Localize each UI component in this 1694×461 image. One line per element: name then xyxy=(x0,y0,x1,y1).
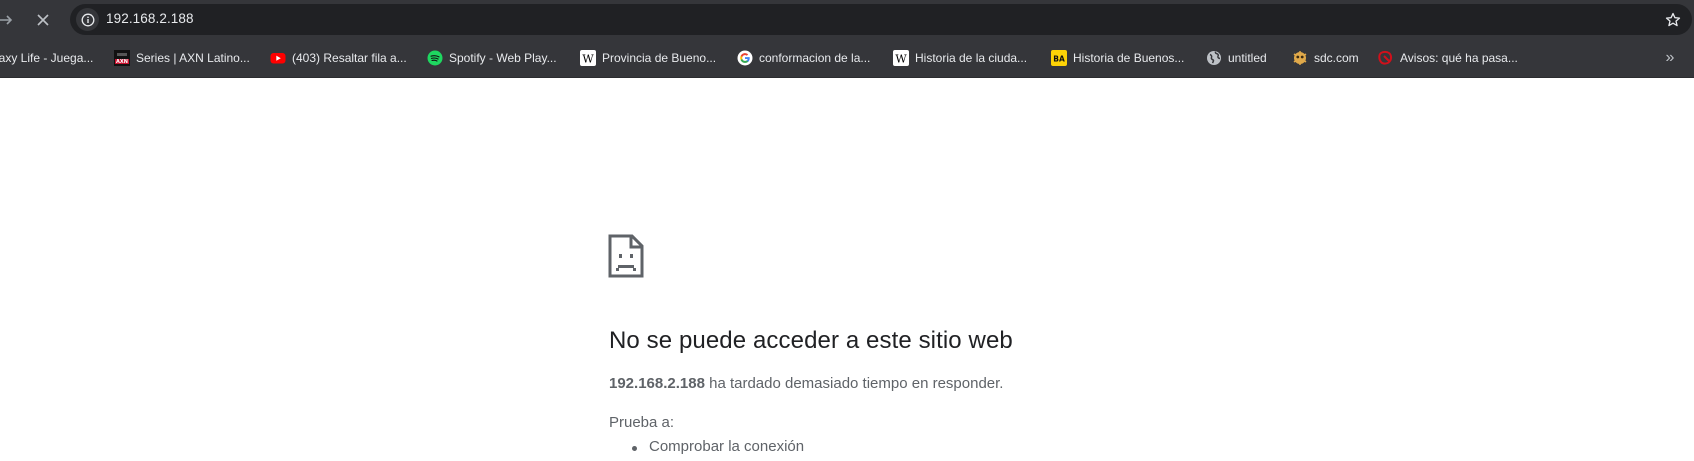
bookmark-item[interactable]: conformacion de la... xyxy=(737,48,870,68)
bookmark-label: laxy Life - Juega... xyxy=(0,51,94,65)
forward-button[interactable] xyxy=(0,8,18,32)
bookmark-label: Historia de Buenos... xyxy=(1073,51,1185,65)
arrow-right-icon xyxy=(0,15,13,25)
bookmark-item[interactable]: laxy Life - Juega... xyxy=(0,48,93,68)
close-icon xyxy=(37,14,49,26)
bookmark-label: sdc.com xyxy=(1314,51,1359,65)
bookmark-item[interactable]: BA Historia de Buenos... xyxy=(1051,48,1184,68)
avisos-icon xyxy=(1378,50,1394,66)
browser-toolbar: 192.168.2.188 xyxy=(0,0,1694,39)
url-text[interactable]: 192.168.2.188 xyxy=(106,11,194,26)
svg-text:W: W xyxy=(895,53,907,66)
wikipedia-icon: W xyxy=(580,50,596,66)
bookmark-star-button[interactable] xyxy=(1662,9,1683,30)
bookmark-label: Historia de la ciuda... xyxy=(915,51,1028,65)
error-title: No se puede acceder a este sitio web xyxy=(609,327,1013,354)
wikipedia-icon: W xyxy=(893,50,909,66)
bookmark-item[interactable]: Spotify - Web Play... xyxy=(427,48,557,68)
error-message: ha tardado demasiado tiempo en responder… xyxy=(704,375,1004,392)
address-bar[interactable]: 192.168.2.188 xyxy=(70,4,1692,35)
bookmark-item[interactable]: Avisos: qué ha pasa... xyxy=(1378,48,1518,68)
site-info-button[interactable] xyxy=(76,8,99,31)
suggestions-list: Comprobar la conexión xyxy=(631,438,805,455)
bookmark-item[interactable]: W Provincia de Bueno... xyxy=(580,48,716,68)
bookmark-item[interactable]: AXN Series | AXN Latino... xyxy=(114,48,250,68)
ba-icon: BA xyxy=(1051,50,1067,66)
svg-text:W: W xyxy=(582,53,594,66)
bookmark-label: Spotify - Web Play... xyxy=(449,51,557,65)
sad-page-icon xyxy=(608,234,644,278)
bookmark-label: Provincia de Bueno... xyxy=(602,51,717,65)
try-label: Prueba a: xyxy=(609,414,675,431)
bookmark-label: conformacion de la... xyxy=(759,51,871,65)
sdc-icon xyxy=(1292,50,1308,66)
error-description: 192.168.2.188 ha tardado demasiado tiemp… xyxy=(609,375,1003,392)
suggestion-item: Comprobar la conexión xyxy=(631,438,805,455)
bookmark-label: (403) Resaltar fila a... xyxy=(292,51,407,65)
bookmark-label: Series | AXN Latino... xyxy=(136,51,250,65)
bookmark-item[interactable]: untitled xyxy=(1206,48,1267,68)
bookmark-label: Avisos: qué ha pasa... xyxy=(1400,51,1518,65)
bookmark-item[interactable]: (403) Resaltar fila a... xyxy=(270,48,407,68)
info-icon xyxy=(81,13,94,26)
bookmark-item[interactable]: sdc.com xyxy=(1292,48,1359,68)
spotify-icon xyxy=(427,50,443,66)
more-bookmarks-button[interactable]: » xyxy=(1660,48,1680,68)
star-icon xyxy=(1665,12,1680,26)
youtube-icon xyxy=(270,50,286,66)
svg-text:BA: BA xyxy=(1053,55,1065,64)
bookmarks-bar: laxy Life - Juega... AXN Series | AXN La… xyxy=(0,39,1694,78)
bookmark-label: untitled xyxy=(1228,51,1267,65)
error-host: 192.168.2.188 xyxy=(609,375,705,392)
stop-loading-button[interactable] xyxy=(31,8,55,32)
axn-icon: AXN xyxy=(114,50,130,66)
google-icon xyxy=(737,50,753,66)
svg-text:AXN: AXN xyxy=(116,59,128,65)
bookmark-item[interactable]: W Historia de la ciuda... xyxy=(893,48,1027,68)
double-chevron-right-icon: » xyxy=(1665,49,1675,66)
globe-icon xyxy=(1206,50,1222,66)
